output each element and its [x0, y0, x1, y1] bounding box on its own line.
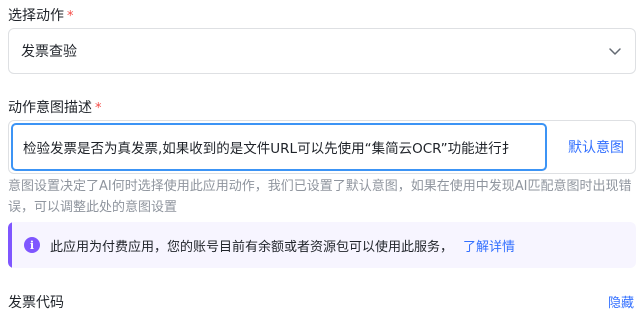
- action-select-label: 选择动作 *: [8, 5, 74, 25]
- hide-toggle-link[interactable]: 隐藏: [608, 292, 634, 311]
- intent-hint: 意图设置决定了AI何时选择使用此应用动作，我们已设置了默认意图，如果在使用中发现…: [8, 179, 632, 215]
- action-select[interactable]: 发票查验: [8, 28, 636, 74]
- required-mark: *: [67, 9, 74, 24]
- intent-input-value: 检验发票是否为真发票,如果收到的是文件URL可以先使用“集简云OCR”功能进行扌: [23, 141, 516, 157]
- notice-message: 此应用为付费应用，您的账号目前有余额或者资源包可以使用此服务，: [50, 239, 454, 255]
- invoice-code-label: 发票代码: [8, 295, 64, 311]
- chevron-down-icon: [607, 43, 623, 59]
- intent-field-group: 检验发票是否为真发票,如果收到的是文件URL可以先使用“集简云OCR”功能进行扌…: [8, 120, 636, 174]
- default-intent-button[interactable]: 默认意图: [557, 121, 635, 173]
- action-select-value: 发票查验: [21, 44, 77, 60]
- action-select-label-text: 选择动作: [8, 8, 64, 24]
- notice-accent-bar: [8, 222, 12, 268]
- intent-label-text: 动作意图描述: [8, 100, 92, 116]
- paid-app-notice: i 此应用为付费应用，您的账号目前有余额或者资源包可以使用此服务， 了解详情: [8, 222, 636, 268]
- required-mark: *: [95, 101, 102, 116]
- intent-label: 动作意图描述 *: [8, 97, 102, 117]
- info-icon: i: [24, 237, 40, 253]
- learn-more-link[interactable]: 了解详情: [463, 236, 515, 255]
- intent-input[interactable]: 检验发票是否为真发票,如果收到的是文件URL可以先使用“集简云OCR”功能进行扌: [11, 123, 547, 171]
